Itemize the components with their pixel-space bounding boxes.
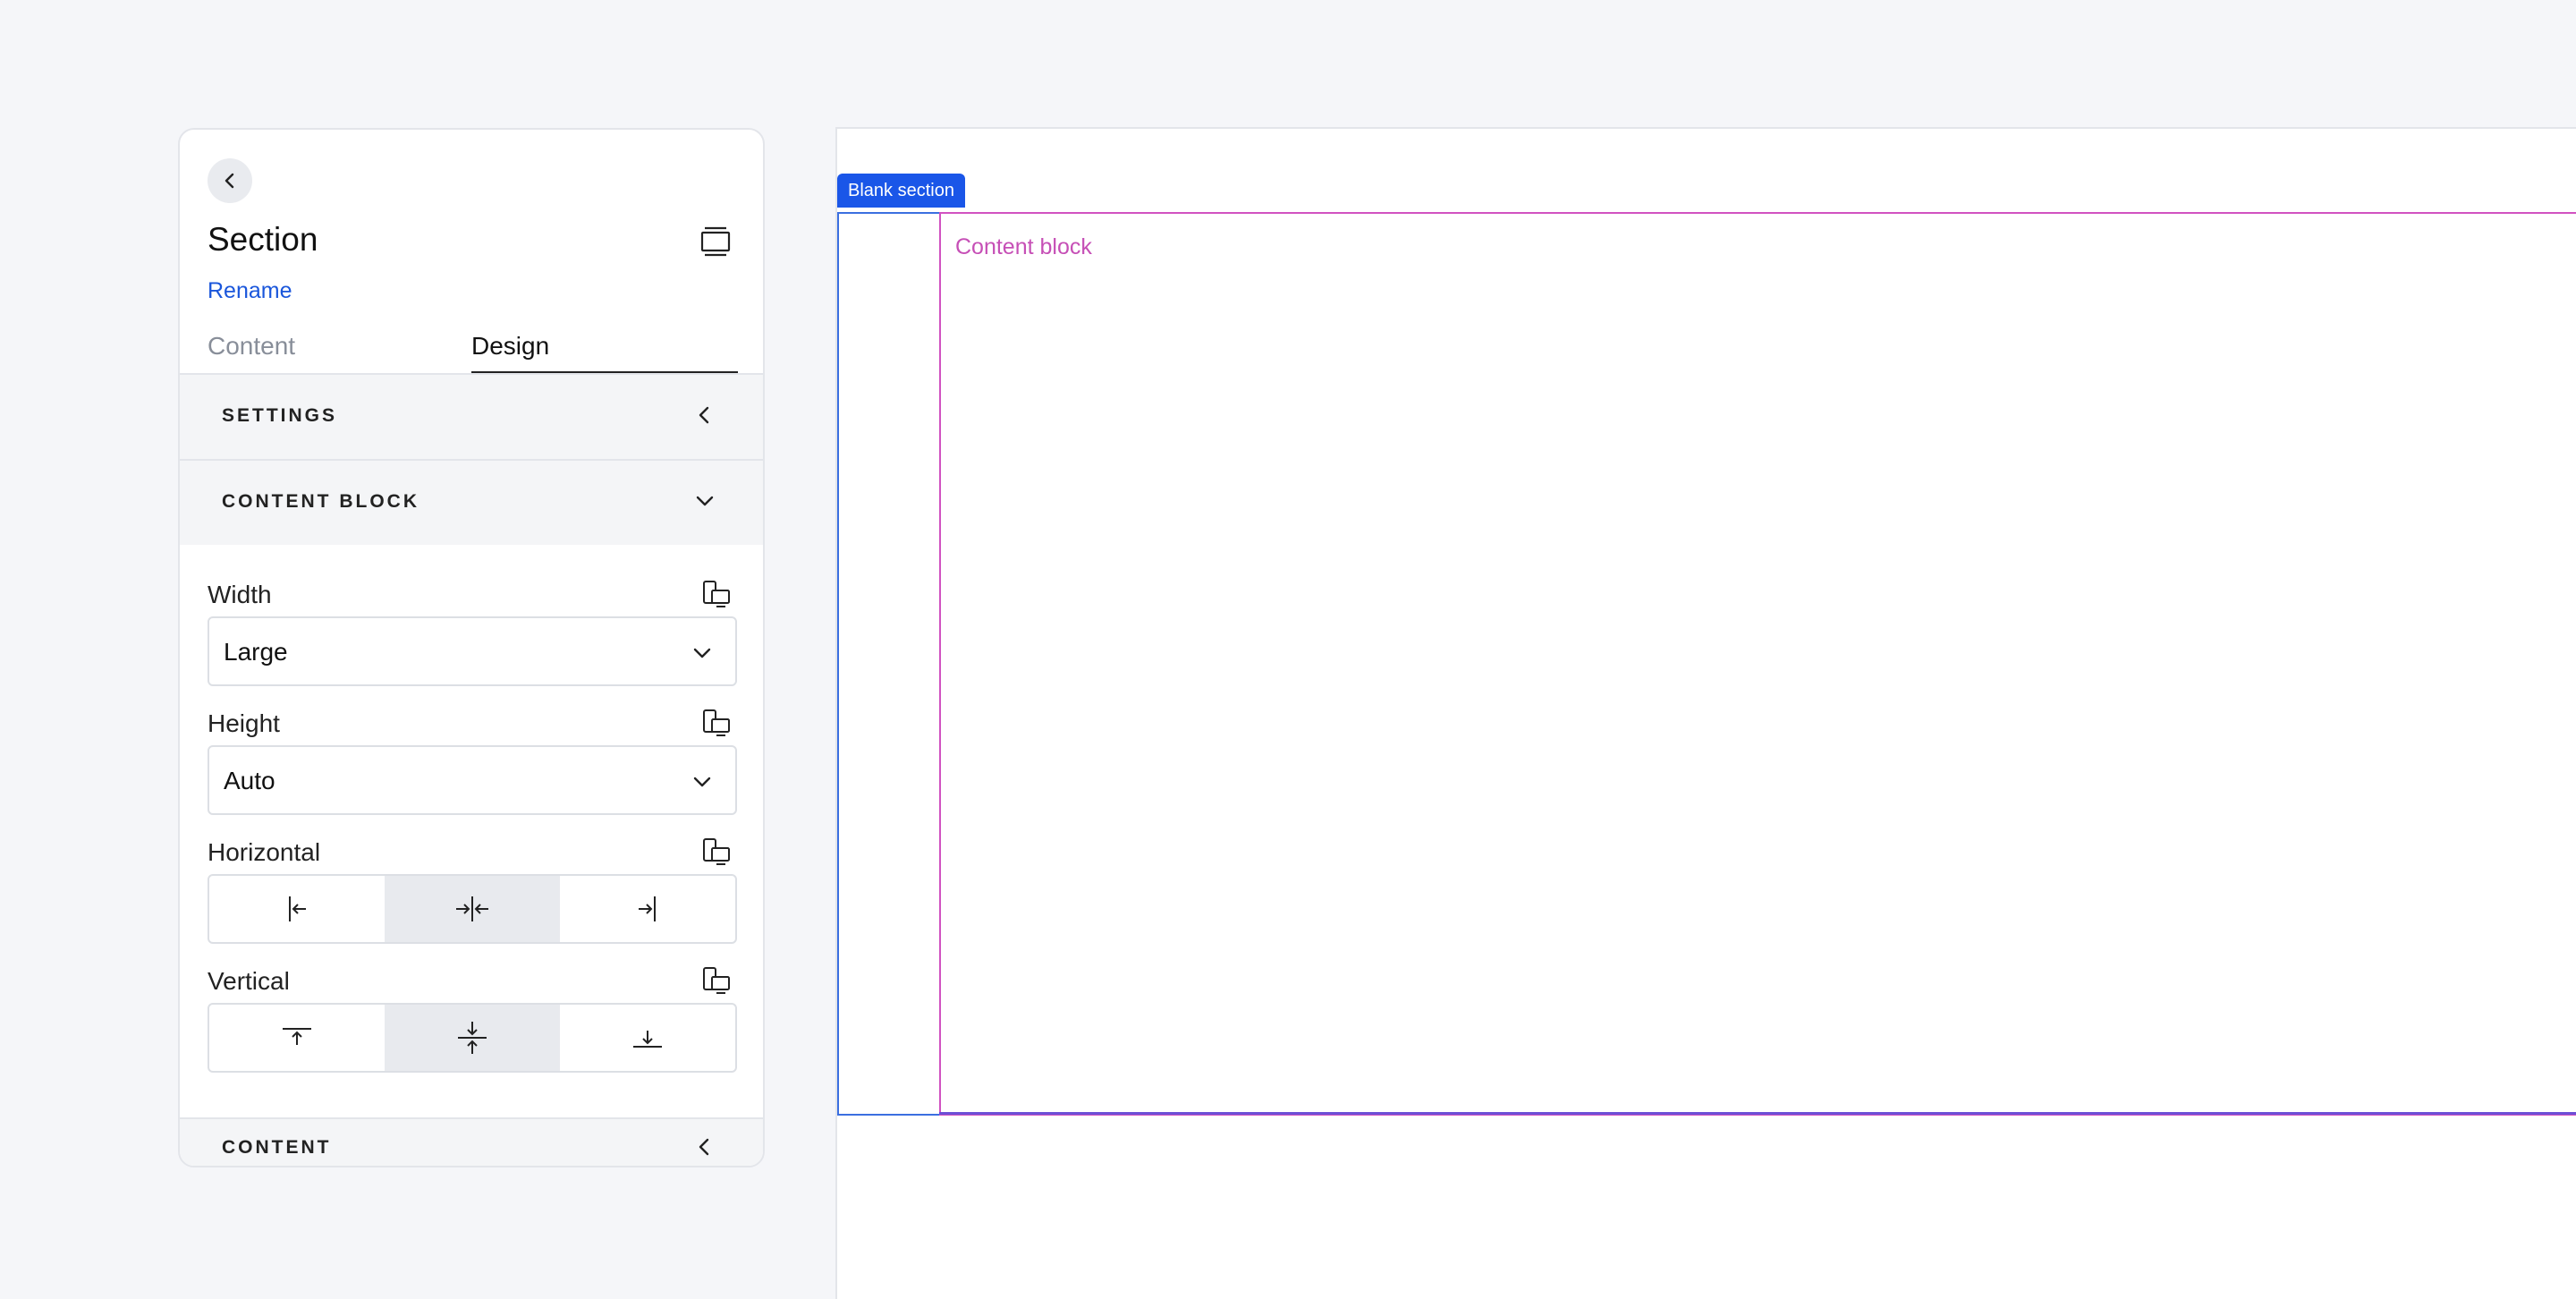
tab-design[interactable]: Design (471, 332, 549, 361)
responsive-device-icon[interactable] (700, 579, 733, 611)
chevron-left-icon (225, 173, 234, 189)
width-select-value: Large (224, 638, 288, 666)
align-center-horizontal-icon (456, 896, 488, 921)
content-section-header[interactable]: CONTENT (180, 1117, 763, 1166)
align-bottom-button[interactable] (560, 1005, 735, 1071)
align-right-icon (639, 896, 656, 921)
settings-section-header[interactable]: SETTINGS (180, 373, 763, 459)
height-select-value: Auto (224, 767, 275, 794)
responsive-device-icon[interactable] (700, 965, 733, 998)
responsive-device-icon[interactable] (700, 836, 733, 869)
rename-link[interactable]: Rename (208, 278, 292, 304)
blank-section-tag[interactable]: Blank section (837, 174, 965, 208)
align-top-button[interactable] (209, 1005, 385, 1071)
align-left-icon (289, 896, 306, 921)
align-center-horizontal-button[interactable] (385, 876, 560, 942)
chevron-down-icon (696, 496, 714, 506)
tab-content[interactable]: Content (208, 332, 295, 361)
align-right-button[interactable] (560, 876, 735, 942)
vertical-alignment-control (208, 1003, 737, 1073)
height-label: Height (208, 709, 280, 737)
content-block-bottom-edge (939, 1112, 2576, 1115)
align-top-icon (283, 1028, 311, 1045)
content-block-label: Content block (955, 234, 1092, 259)
chevron-down-icon (693, 777, 711, 787)
align-left-button[interactable] (209, 876, 385, 942)
height-select[interactable]: Auto (208, 745, 737, 815)
width-label: Width (208, 581, 272, 608)
section-layout-icon[interactable] (699, 225, 733, 259)
align-center-vertical-icon (458, 1022, 487, 1054)
chevron-left-icon (699, 1138, 709, 1156)
vertical-label: Vertical (208, 967, 290, 995)
align-center-vertical-button[interactable] (385, 1005, 560, 1071)
content-section-label: CONTENT (222, 1137, 332, 1158)
chevron-left-icon (699, 406, 709, 424)
align-bottom-icon (633, 1031, 662, 1048)
section-settings-panel: Section Rename Content Design SETTINGS C… (178, 128, 765, 1167)
content-block-section-label: CONTENT BLOCK (222, 491, 419, 512)
width-select[interactable]: Large (208, 616, 737, 686)
horizontal-label: Horizontal (208, 838, 321, 866)
content-block-section-header[interactable]: CONTENT BLOCK (180, 459, 763, 545)
chevron-down-icon (693, 648, 711, 658)
content-block-outline[interactable] (939, 212, 2576, 1116)
responsive-device-icon[interactable] (700, 708, 733, 740)
panel-title: Section (208, 221, 318, 258)
horizontal-alignment-control (208, 874, 737, 944)
back-button[interactable] (208, 158, 252, 203)
settings-section-label: SETTINGS (222, 405, 338, 426)
